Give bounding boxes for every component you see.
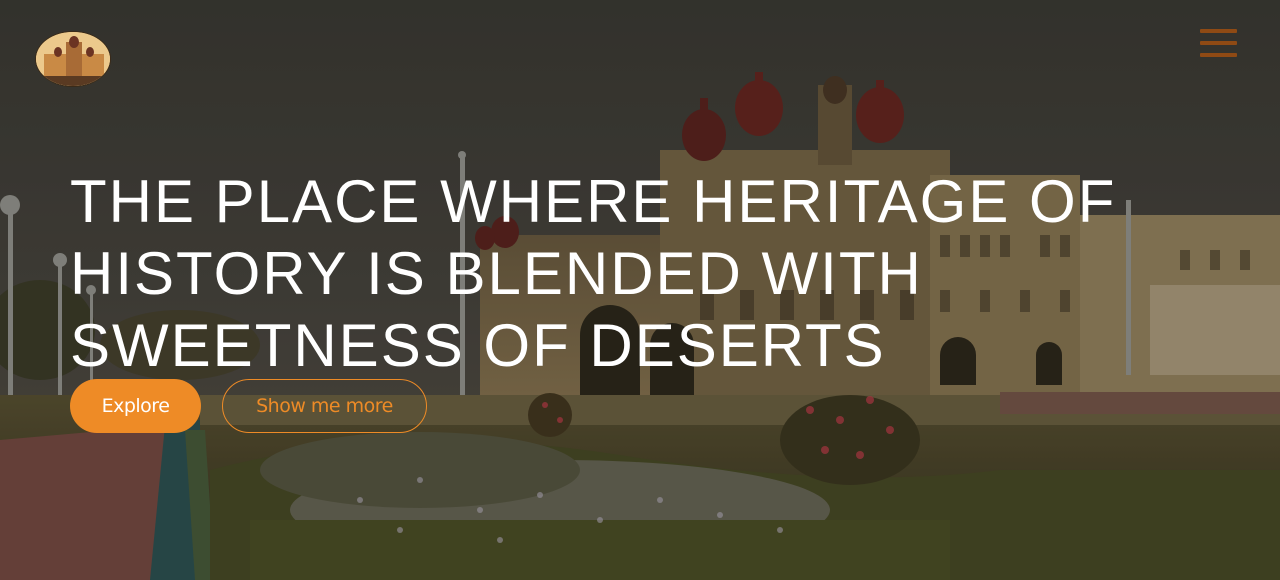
hamburger-menu-icon[interactable] [1200,27,1238,59]
hero-section: THE PLACE WHERE HERITAGE OF HISTORY IS B… [0,0,1280,580]
hero-headline: THE PLACE WHERE HERITAGE OF HISTORY IS B… [70,166,1170,382]
site-logo[interactable] [35,31,111,87]
menu-bar [1200,53,1237,57]
palace-logo-icon [36,32,110,86]
headline-line: THE PLACE WHERE HERITAGE OF [70,168,1117,235]
menu-bar [1200,41,1237,45]
headline-line: SWEETNESS OF DESERTS [70,312,886,379]
headline-line: HISTORY IS BLENDED WITH [70,240,923,307]
show-more-button[interactable]: Show me more [222,379,427,433]
menu-bar [1200,29,1237,33]
explore-button[interactable]: Explore [70,379,201,433]
